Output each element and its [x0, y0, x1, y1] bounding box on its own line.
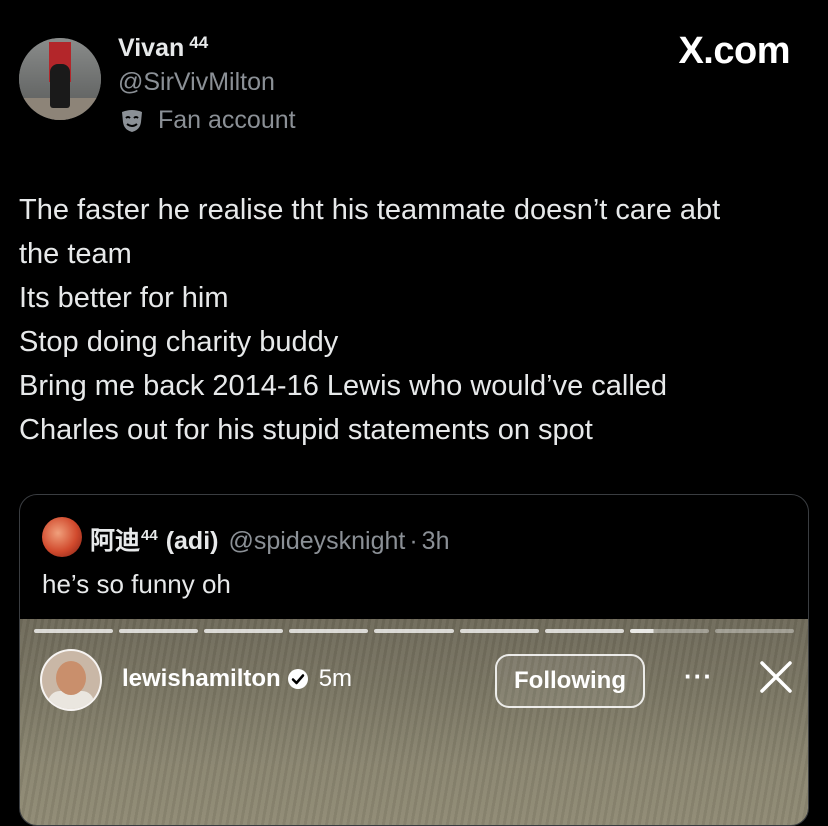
tweet-line: Stop doing charity buddy: [19, 326, 339, 358]
quoted-author-superscript: 44: [141, 526, 158, 544]
quoted-author-avatar[interactable]: [42, 517, 82, 557]
story-header: lewishamilton 5m Following ···: [40, 649, 794, 711]
following-button[interactable]: Following: [495, 654, 645, 708]
story-progress-segment: [459, 629, 539, 633]
fan-account-label: Fan account: [158, 106, 296, 134]
verified-badge-icon: [287, 669, 308, 689]
quoted-tweet-card[interactable]: 阿迪44 (adi) @spideysknight · 3h he’s so f…: [19, 494, 809, 826]
author-avatar[interactable]: [19, 38, 101, 120]
quoted-tweet-text: he’s so funny oh: [42, 569, 231, 599]
tweet-body: The faster he realise tht his teammate d…: [19, 188, 814, 452]
more-options-icon[interactable]: ···: [684, 661, 713, 692]
story-progress-segment: [119, 629, 199, 633]
tweet-line: Its better for him: [19, 282, 229, 314]
quoted-author-handle[interactable]: @spideysknight: [228, 527, 405, 556]
avatar-face: [56, 661, 86, 695]
close-icon[interactable]: [756, 657, 796, 697]
story-progress-segment: [374, 629, 454, 633]
theater-mask-icon: [122, 109, 142, 132]
avatar-figure: [50, 64, 70, 108]
story-time: 5m: [318, 665, 353, 692]
tweet-line: Charles out for his stupid statements on…: [19, 414, 593, 446]
story-user-info: lewishamilton 5m: [122, 665, 352, 693]
story-progress-segment: [204, 629, 284, 633]
story-progress-bar: [34, 629, 794, 633]
story-user-avatar[interactable]: [40, 649, 102, 711]
story-progress-segment: [544, 629, 624, 633]
quoted-tweet-time[interactable]: 3h: [422, 527, 450, 556]
quoted-tweet-header: 阿迪44 (adi) @spideysknight · 3h: [90, 521, 449, 557]
story-username[interactable]: lewishamilton: [122, 665, 281, 693]
author-name-row[interactable]: Vivan 44: [118, 33, 209, 63]
fan-account-badge: Fan account: [118, 106, 296, 135]
story-progress-segment: [289, 629, 369, 633]
author-name-superscript: 44: [189, 33, 209, 52]
quoted-author-name[interactable]: 阿迪44: [90, 521, 158, 557]
story-progress-segment: [34, 629, 114, 633]
story-progress-segment: [629, 629, 709, 633]
story-progress-segment: [714, 629, 794, 633]
tweet-line: the team: [19, 238, 132, 270]
separator-dot: ·: [409, 527, 418, 555]
tweet-line: The faster he realise tht his teammate d…: [19, 194, 721, 226]
author-name[interactable]: Vivan: [118, 34, 184, 63]
tweet-line: Bring me back 2014-16 Lewis who would’ve…: [19, 370, 668, 402]
author-handle[interactable]: @SirVivMilton: [118, 68, 275, 97]
story-media[interactable]: lewishamilton 5m Following ···: [20, 619, 808, 825]
brand-watermark: X.com: [678, 30, 790, 72]
quoted-author-name-suffix: (adi): [165, 527, 219, 555]
